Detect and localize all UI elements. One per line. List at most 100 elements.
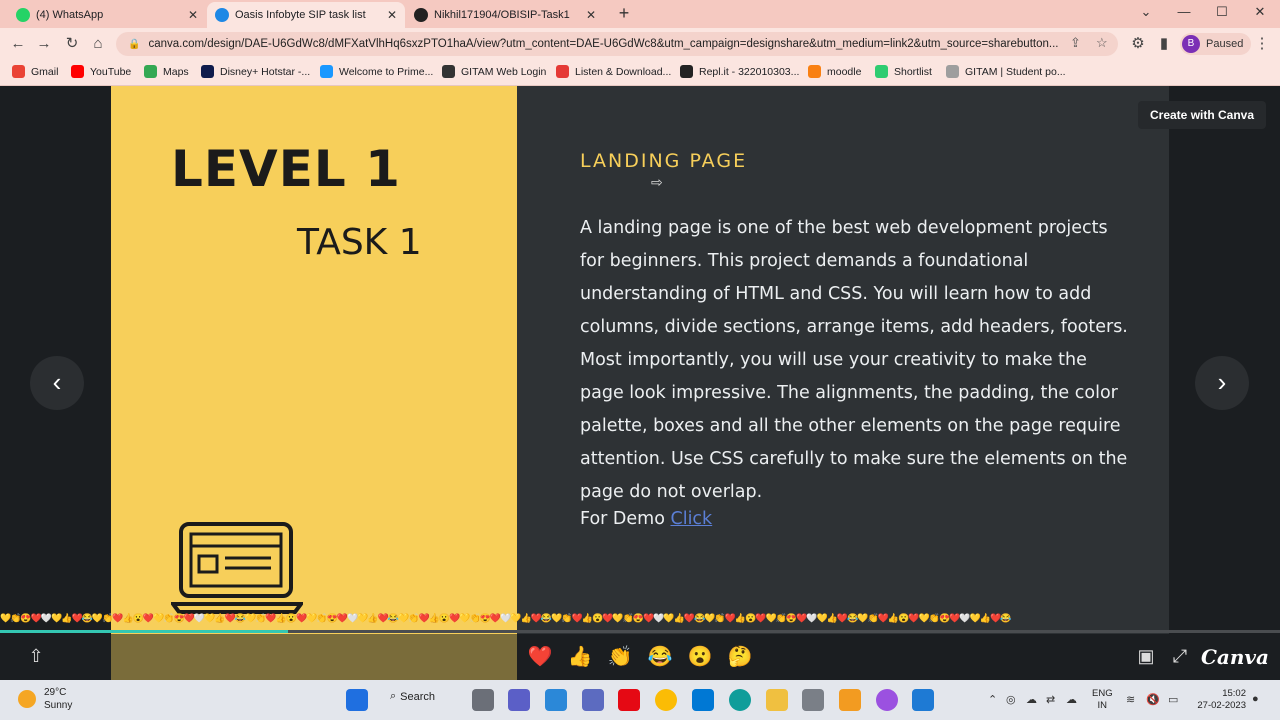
extensions-icon[interactable]: ⚙ bbox=[1128, 34, 1148, 54]
new-tab-button[interactable]: + bbox=[614, 3, 634, 23]
gitam-icon bbox=[442, 65, 455, 78]
slide-right-panel: LANDING PAGE ⇨ A landing page is one of … bbox=[517, 86, 1169, 634]
windows-taskbar: 29°C Sunny ⌕ Search ⌃ ◎ ☁ ⇄ ☁ ENG IN ≋ 🔇 … bbox=[0, 680, 1280, 720]
bookmark-moodle[interactable]: moodle bbox=[808, 65, 861, 78]
calculator-icon[interactable] bbox=[582, 689, 604, 711]
word-icon[interactable] bbox=[692, 689, 714, 711]
search-label: Search bbox=[400, 690, 436, 703]
reaction-surprised[interactable]: 😮 bbox=[686, 644, 714, 669]
bookmark-gitam-login[interactable]: GITAM Web Login bbox=[442, 65, 546, 78]
bookmark-label: Disney+ Hotstar -... bbox=[220, 65, 311, 78]
demo-line: For Demo Click bbox=[580, 509, 712, 529]
vscode-icon[interactable] bbox=[912, 689, 934, 711]
url-field[interactable]: 🔒 canva.com/design/DAE-U6GdWc8/dMFXatVlh… bbox=[116, 32, 1118, 56]
next-slide-button[interactable]: › bbox=[1195, 356, 1249, 410]
presentation-stage: LEVEL 1 TASK 1 LANDING PAGE ⇨ A landing … bbox=[0, 86, 1280, 634]
mail-icon[interactable] bbox=[545, 689, 567, 711]
home-icon[interactable]: ⌂ bbox=[88, 34, 108, 54]
level-heading: LEVEL 1 bbox=[171, 140, 401, 198]
forward-icon[interactable]: → bbox=[34, 34, 54, 54]
bookmark-label: Listen & Download... bbox=[575, 65, 672, 78]
close-window-button[interactable]: ✕ bbox=[1250, 4, 1270, 20]
close-icon[interactable]: ✕ bbox=[586, 8, 596, 22]
settings-icon[interactable] bbox=[802, 689, 824, 711]
bookmark-youtube[interactable]: YouTube bbox=[71, 65, 131, 78]
weather-text: 29°C Sunny bbox=[44, 686, 72, 712]
tray-network-icon[interactable]: ⇄ bbox=[1046, 693, 1055, 706]
bookmark-gmail[interactable]: Gmail bbox=[12, 65, 58, 78]
prime-icon bbox=[320, 65, 333, 78]
reload-icon[interactable]: ↻ bbox=[62, 34, 82, 54]
moodle-icon bbox=[808, 65, 821, 78]
tab-label: Oasis Infobyte SIP task list bbox=[235, 9, 366, 21]
file-explorer-icon[interactable] bbox=[766, 689, 788, 711]
weather-condition: Sunny bbox=[44, 700, 73, 711]
close-icon[interactable]: ✕ bbox=[188, 8, 198, 22]
bookmark-maps[interactable]: Maps bbox=[144, 65, 189, 78]
bookmark-hotstar[interactable]: Disney+ Hotstar -... bbox=[201, 65, 310, 78]
laptop-icon bbox=[171, 522, 303, 614]
tray-app-icon[interactable]: ◎ bbox=[1006, 693, 1016, 706]
onedrive-icon[interactable]: ☁ bbox=[1066, 693, 1077, 706]
tab-search-icon[interactable]: ⌄ bbox=[1136, 4, 1156, 20]
taskbar-search[interactable]: ⌕ Search bbox=[390, 690, 435, 703]
sidebar-icon[interactable]: ▮ bbox=[1154, 34, 1174, 54]
region-code: IN bbox=[1097, 700, 1108, 711]
fullscreen-icon[interactable]: ⤢ bbox=[1168, 646, 1192, 667]
bookmark-label: YouTube bbox=[90, 65, 132, 78]
close-icon[interactable]: ✕ bbox=[387, 8, 397, 22]
shortlist-icon bbox=[875, 65, 888, 78]
volume-muted-icon[interactable]: 🔇 bbox=[1146, 693, 1160, 706]
task-view-icon[interactable] bbox=[472, 689, 494, 711]
reaction-heart[interactable]: ❤️ bbox=[526, 644, 554, 669]
slide-left-panel: LEVEL 1 TASK 1 bbox=[111, 86, 517, 634]
share-icon[interactable]: ⇧ bbox=[24, 646, 48, 667]
chat-icon[interactable] bbox=[508, 689, 530, 711]
clock[interactable]: 15:02 27-02-2023 bbox=[1192, 688, 1246, 712]
minimize-button[interactable]: — bbox=[1174, 4, 1194, 19]
back-icon[interactable]: ← bbox=[8, 34, 28, 54]
bookmark-prime[interactable]: Welcome to Prime... bbox=[320, 65, 433, 78]
bookmark-shortlist[interactable]: Shortlist bbox=[875, 65, 932, 78]
bookmarks-bar: Gmail YouTube Maps Disney+ Hotstar -... … bbox=[0, 60, 1280, 86]
reaction-laugh[interactable]: 😂 bbox=[646, 644, 674, 669]
bookmark-replit[interactable]: Repl.it - 322010303... bbox=[680, 65, 799, 78]
bookmark-listen[interactable]: Listen & Download... bbox=[556, 65, 671, 78]
reaction-thumbs-up[interactable]: 👍 bbox=[566, 644, 594, 669]
maximize-button[interactable]: ☐ bbox=[1212, 4, 1232, 20]
windows-start-icon[interactable] bbox=[346, 689, 368, 711]
wifi-icon[interactable]: ≋ bbox=[1126, 693, 1135, 706]
grid-view-icon[interactable]: ▣ bbox=[1134, 646, 1158, 667]
canva-logo: Canva bbox=[1201, 645, 1269, 669]
reaction-clap[interactable]: 👏 bbox=[606, 644, 634, 669]
language-code: ENG bbox=[1092, 688, 1113, 699]
task-heading: TASK 1 bbox=[297, 222, 422, 263]
weather-widget[interactable]: 29°C Sunny bbox=[18, 686, 72, 712]
cloud-app-icon[interactable] bbox=[839, 689, 861, 711]
language-indicator[interactable]: ENG IN bbox=[1092, 688, 1113, 712]
netflix-icon[interactable] bbox=[618, 689, 640, 711]
chrome-icon[interactable] bbox=[655, 689, 677, 711]
share-icon[interactable]: ⇪ bbox=[1070, 35, 1081, 51]
menu-icon[interactable]: ⋮ bbox=[1252, 34, 1272, 54]
tray-cloud-icon[interactable]: ☁ bbox=[1026, 693, 1037, 706]
tab-whatsapp[interactable]: (4) WhatsApp ✕ bbox=[8, 2, 206, 28]
edge-icon[interactable] bbox=[729, 689, 751, 711]
chrome-profile-icon[interactable] bbox=[876, 689, 898, 711]
profile-button[interactable]: B Paused bbox=[1180, 33, 1252, 55]
previous-slide-button[interactable]: ‹ bbox=[30, 356, 84, 410]
notification-icon[interactable]: ● bbox=[1252, 693, 1259, 705]
bookmark-gitam-student[interactable]: GITAM | Student po... bbox=[946, 65, 1066, 78]
show-hidden-icons[interactable]: ⌃ bbox=[988, 693, 997, 706]
bookmark-star-icon[interactable]: ☆ bbox=[1096, 35, 1108, 51]
address-bar-row: ← → ↻ ⌂ 🔒 canva.com/design/DAE-U6GdWc8/d… bbox=[0, 28, 1280, 60]
reaction-stream: 💛👏😍❤️🤍💛👍❤️😂💛👏❤️👍😮❤️💛👏😍❤️🤍💛👍❤️😂💛👏❤️👍😮❤️💛👏… bbox=[0, 613, 1011, 623]
battery-icon[interactable]: ▭ bbox=[1168, 693, 1178, 706]
progress-bar[interactable] bbox=[0, 630, 1280, 633]
tab-oasis-infobyte[interactable]: Oasis Infobyte SIP task list ✕ bbox=[207, 2, 405, 28]
page-icon bbox=[946, 65, 959, 78]
tab-github[interactable]: Nikhil171904/OBISIP-Task1 ✕ bbox=[406, 2, 604, 28]
demo-link[interactable]: Click bbox=[670, 509, 712, 529]
reaction-thinking[interactable]: 🤔 bbox=[726, 644, 754, 669]
create-with-canva-button[interactable]: Create with Canva bbox=[1138, 101, 1267, 129]
